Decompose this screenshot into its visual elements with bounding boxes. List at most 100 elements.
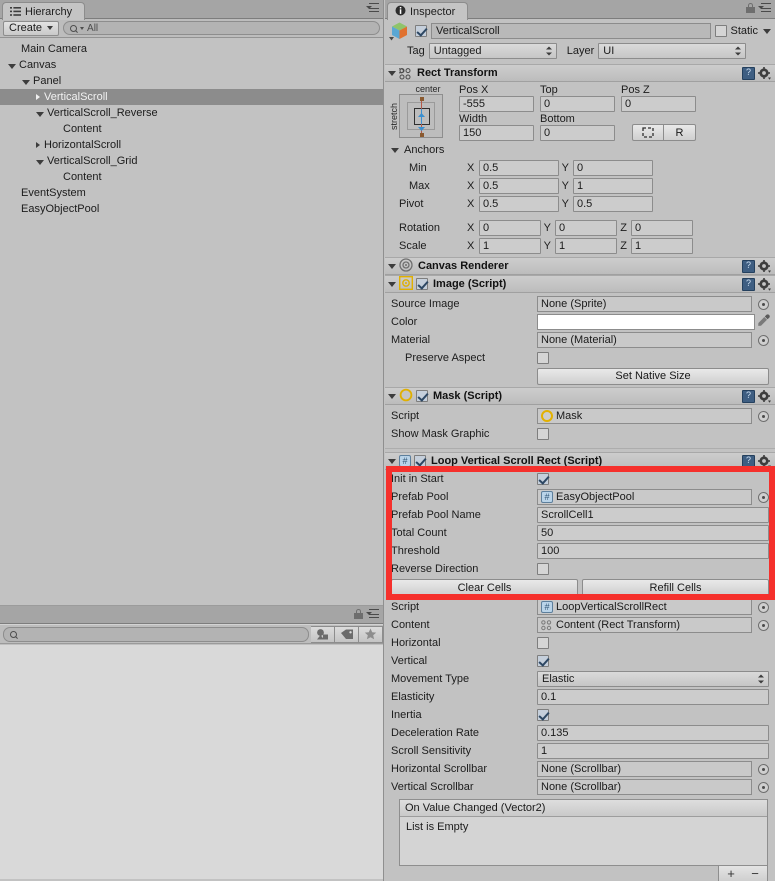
rotation-z-input[interactable]: 0 (631, 220, 693, 236)
object-picker-icon[interactable] (758, 334, 769, 346)
preserve-aspect-checkbox[interactable] (537, 352, 549, 364)
prefab-pool-name-input[interactable]: ScrollCell1 (537, 507, 769, 523)
scroll-sensitivity-input[interactable]: 1 (537, 743, 769, 759)
prefab-pool-field[interactable]: EasyObjectPool (537, 489, 752, 505)
content-field[interactable]: Content (Rect Transform) (537, 617, 752, 633)
reverse-direction-checkbox[interactable] (537, 563, 549, 575)
object-picker-icon[interactable] (758, 298, 769, 310)
gear-icon[interactable] (758, 390, 771, 403)
foldout-open-icon[interactable] (22, 79, 30, 85)
scale-x-input[interactable]: 1 (479, 238, 541, 254)
mask-script-field[interactable]: Mask (537, 408, 752, 424)
lock-icon[interactable] (746, 3, 755, 13)
project-content-area[interactable] (0, 644, 383, 879)
hierarchy-item-main-camera[interactable]: Main Camera (0, 41, 383, 57)
hierarchy-item-horizontalscroll[interactable]: HorizontalScroll (0, 137, 383, 153)
foldout-open-icon[interactable] (8, 63, 16, 69)
hierarchy-item-verticalscroll-grid[interactable]: VerticalScroll_Grid (0, 153, 383, 169)
pivot-x-input[interactable]: 0.5 (479, 196, 559, 212)
create-button[interactable]: Create (3, 20, 60, 36)
hierarchy-search-input[interactable]: All (63, 21, 380, 35)
color-swatch-field[interactable] (537, 314, 755, 330)
foldout-open-icon[interactable] (388, 458, 396, 464)
object-picker-icon[interactable] (758, 619, 769, 631)
help-book-icon[interactable] (742, 390, 755, 403)
foldout-open-icon[interactable] (388, 70, 396, 76)
vertical-scrollbar-field[interactable]: None (Scrollbar) (537, 779, 752, 795)
deceleration-rate-input[interactable]: 0.135 (537, 725, 769, 741)
elasticity-input[interactable]: 0.1 (537, 689, 769, 705)
init-in-start-checkbox[interactable] (537, 473, 549, 485)
canvas-renderer-header[interactable]: Canvas Renderer (385, 257, 775, 275)
hierarchy-item-canvas[interactable]: Canvas (0, 57, 383, 73)
favorite-star-icon[interactable] (359, 625, 383, 643)
tab-hierarchy[interactable]: Hierarchy (2, 2, 86, 20)
anchor-min-x-input[interactable]: 0.5 (479, 160, 559, 176)
vertical-checkbox[interactable] (537, 655, 549, 667)
scale-z-input[interactable]: 1 (631, 238, 693, 254)
hierarchy-tree[interactable]: Main Camera Canvas Panel VerticalScroll Vert… (0, 38, 383, 605)
horizontal-scrollbar-field[interactable]: None (Scrollbar) (537, 761, 752, 777)
anchor-max-x-input[interactable]: 0.5 (479, 178, 559, 194)
hierarchy-item-content[interactable]: Content (0, 121, 383, 137)
raw-edit-button[interactable]: R (664, 124, 696, 141)
hierarchy-item-content[interactable]: Content (0, 169, 383, 185)
mask-component-header[interactable]: Mask (Script) (385, 387, 775, 405)
layer-dropdown[interactable]: UI (598, 43, 747, 59)
clear-cells-button[interactable]: Clear Cells (391, 579, 578, 596)
pivot-y-input[interactable]: 0.5 (573, 196, 653, 212)
hierarchy-menu-icon[interactable] (366, 3, 379, 13)
bottom-input[interactable]: 0 (540, 125, 615, 141)
foldout-closed-icon[interactable] (36, 142, 40, 148)
mask-enabled-checkbox[interactable] (416, 390, 428, 402)
anchor-max-y-input[interactable]: 1 (573, 178, 653, 194)
hierarchy-item-panel[interactable]: Panel (0, 73, 383, 89)
tab-inspector[interactable]: Inspector (387, 2, 469, 20)
hierarchy-item-eventsystem[interactable]: EventSystem (0, 185, 383, 201)
gameobject-enabled-checkbox[interactable] (415, 25, 427, 37)
pos-z-input[interactable]: 0 (621, 96, 696, 112)
loop-scroll-rect-header[interactable]: Loop Vertical Scroll Rect (Script) (385, 452, 775, 470)
refill-cells-button[interactable]: Refill Cells (582, 579, 769, 596)
loop-scroll-enabled-checkbox[interactable] (414, 455, 426, 467)
set-native-size-button[interactable]: Set Native Size (537, 367, 769, 385)
foldout-open-icon[interactable] (388, 393, 396, 399)
top-input[interactable]: 0 (540, 96, 615, 112)
type-filter-icon[interactable] (311, 625, 335, 643)
anchors-foldout[interactable]: Anchors (389, 141, 771, 159)
anchor-preset-widget[interactable] (399, 94, 443, 138)
project-search-input[interactable] (3, 626, 309, 642)
eyedropper-icon[interactable] (757, 314, 771, 330)
lock-icon[interactable] (354, 609, 363, 619)
object-picker-icon[interactable] (758, 491, 769, 503)
foldout-open-icon[interactable] (388, 263, 396, 269)
material-field[interactable]: None (Material) (537, 332, 752, 348)
gear-icon[interactable] (758, 260, 771, 273)
foldout-open-icon[interactable] (36, 111, 44, 117)
width-input[interactable]: 150 (459, 125, 534, 141)
source-image-field[interactable]: None (Sprite) (537, 296, 752, 312)
hierarchy-item-verticalscroll-reverse[interactable]: VerticalScroll_Reverse (0, 105, 383, 121)
object-picker-icon[interactable] (758, 601, 769, 613)
total-count-input[interactable]: 50 (537, 525, 769, 541)
rotation-y-input[interactable]: 0 (555, 220, 617, 236)
hierarchy-item-easyobjectpool[interactable]: EasyObjectPool (0, 201, 383, 217)
movement-type-dropdown[interactable]: Elastic (537, 671, 769, 687)
object-picker-icon[interactable] (758, 781, 769, 793)
gear-icon[interactable] (758, 455, 771, 468)
show-mask-graphic-checkbox[interactable] (537, 428, 549, 440)
image-component-header[interactable]: Image (Script) (385, 275, 775, 293)
horizontal-checkbox[interactable] (537, 637, 549, 649)
foldout-open-icon[interactable] (36, 159, 44, 165)
tag-dropdown[interactable]: Untagged (428, 43, 557, 59)
help-book-icon[interactable] (742, 67, 755, 80)
help-book-icon[interactable] (742, 455, 755, 468)
script-field[interactable]: LoopVerticalScrollRect (537, 599, 752, 615)
static-toggle[interactable]: Static (715, 25, 771, 37)
pos-x-input[interactable]: -555 (459, 96, 534, 112)
label-filter-icon[interactable] (335, 625, 359, 643)
remove-event-button[interactable]: − (743, 866, 767, 881)
project-menu-icon[interactable] (366, 609, 379, 619)
foldout-open-icon[interactable] (388, 281, 396, 287)
rect-transform-header[interactable]: Rect Transform (385, 64, 775, 82)
